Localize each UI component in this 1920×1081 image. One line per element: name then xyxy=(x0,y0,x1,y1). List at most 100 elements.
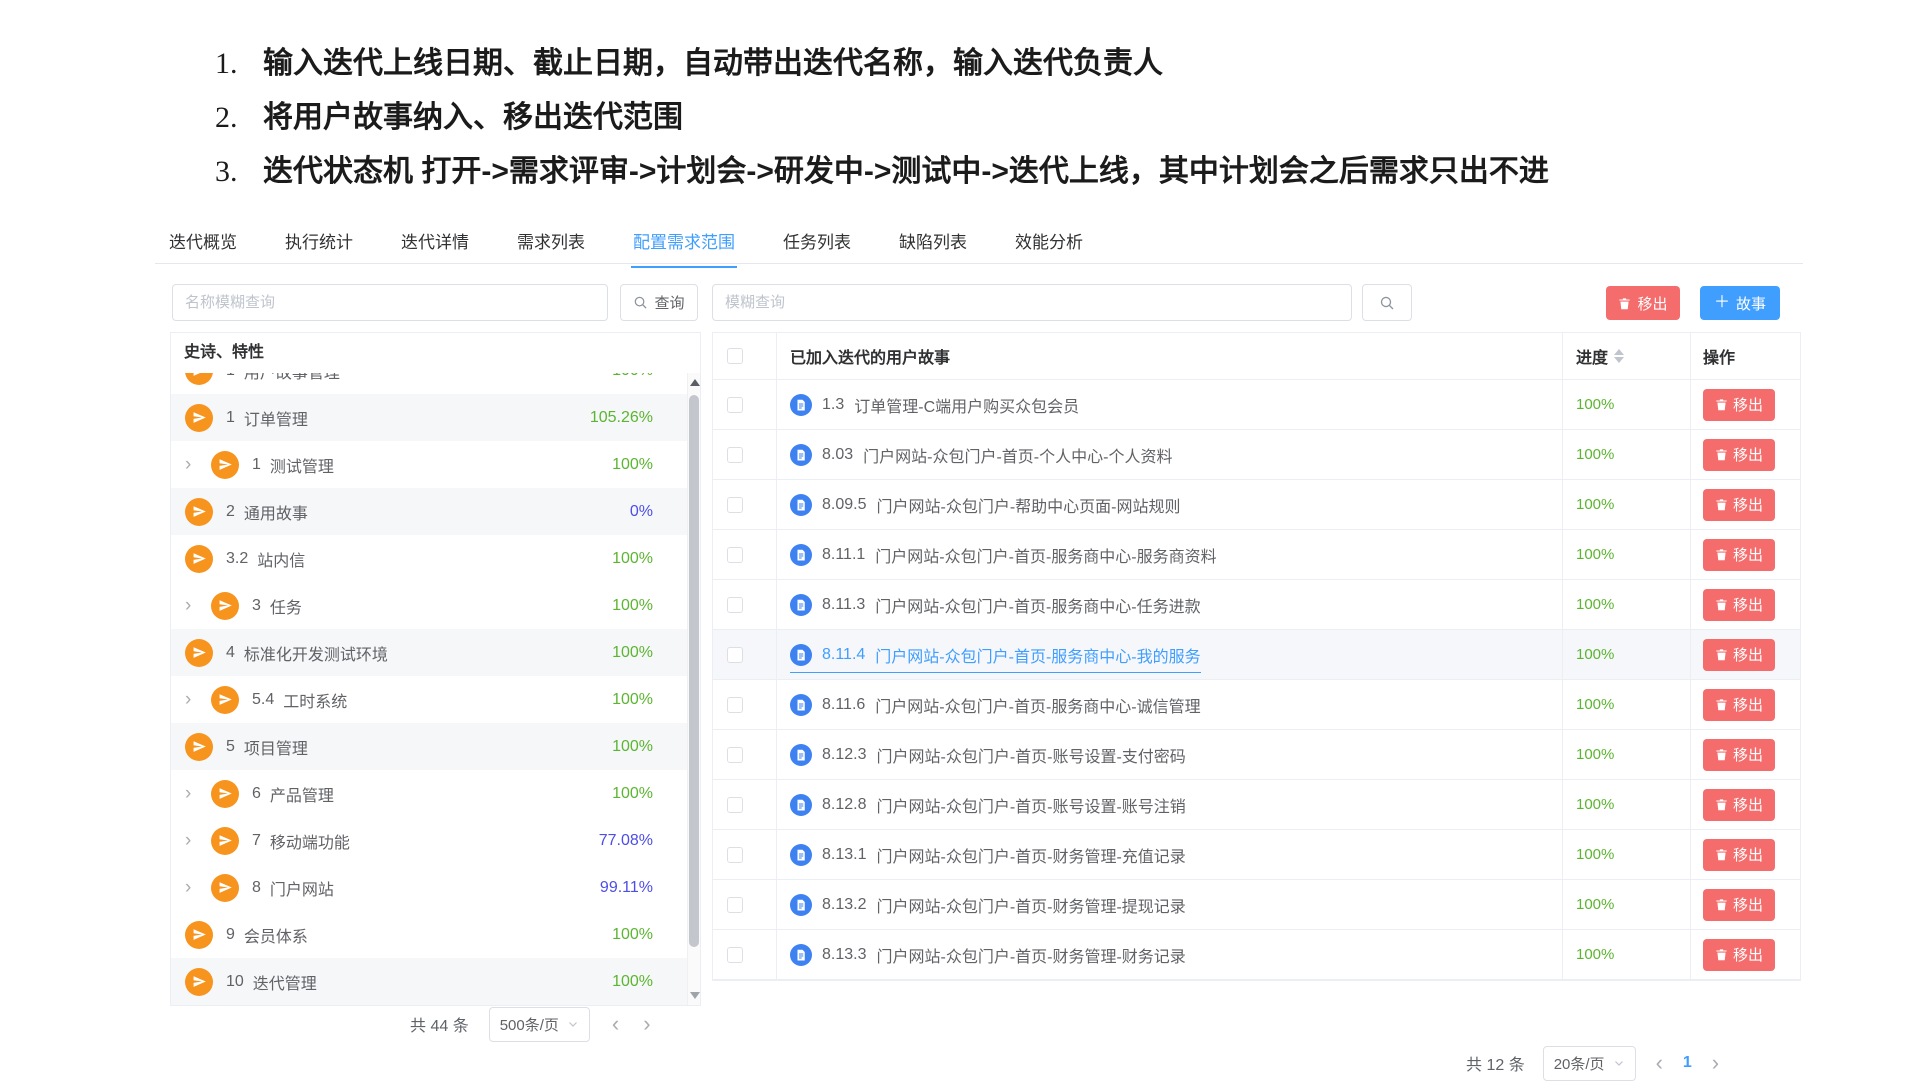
epic-tree-row[interactable]: › 6 产品管理 100% xyxy=(171,770,687,817)
next-page-button[interactable]: › xyxy=(1710,1052,1721,1074)
story-table-row[interactable]: 8.13.3 门户网站-众包门户-首页-财务管理-财务记录 100% 移出 xyxy=(713,930,1800,980)
row-checkbox[interactable] xyxy=(727,947,743,963)
tab-8[interactable]: 效能分析 xyxy=(1013,226,1085,266)
story-link[interactable]: 8.11.3 门户网站-众包门户-首页-服务商中心-任务进款 xyxy=(790,593,1201,617)
epic-tree-row[interactable]: › 4 标准化开发测试环境 100% xyxy=(171,629,687,676)
epic-tree-body: › 1 用户故事管理 100% › 1 订单管理 105.26% › 1 测试管… xyxy=(171,373,687,1005)
tab-7[interactable]: 缺陷列表 xyxy=(897,226,969,266)
epic-search-button[interactable]: 查询 xyxy=(620,284,698,321)
story-link[interactable]: 8.13.1 门户网站-众包门户-首页-财务管理-充值记录 xyxy=(790,843,1186,867)
story-link[interactable]: 8.12.8 门户网站-众包门户-首页-账号设置-账号注销 xyxy=(790,793,1186,817)
remove-row-button[interactable]: 移出 xyxy=(1703,939,1775,971)
tab-3[interactable]: 迭代详情 xyxy=(399,226,471,266)
tab-5[interactable]: 配置需求范围 xyxy=(631,226,737,268)
row-checkbox[interactable] xyxy=(727,547,743,563)
epic-tree-row[interactable]: › 1 订单管理 105.26% xyxy=(171,394,687,441)
epic-tree-row[interactable]: › 1 用户故事管理 100% xyxy=(171,373,687,394)
story-table-row[interactable]: 8.11.6 门户网站-众包门户-首页-服务商中心-诚信管理 100% 移出 xyxy=(713,680,1800,730)
next-page-button[interactable]: › xyxy=(641,1013,652,1035)
remove-row-button[interactable]: 移出 xyxy=(1703,739,1775,771)
story-link[interactable]: 8.11.6 门户网站-众包门户-首页-服务商中心-诚信管理 xyxy=(790,693,1201,717)
epic-tree-row[interactable]: › 8 门户网站 99.11% xyxy=(171,864,687,911)
story-search-button[interactable] xyxy=(1362,284,1412,321)
remove-selected-button[interactable]: 移出 xyxy=(1606,286,1680,320)
story-link[interactable]: 8.03 门户网站-众包门户-首页-个人中心-个人资料 xyxy=(790,443,1172,467)
prev-page-button[interactable]: ‹ xyxy=(610,1013,621,1035)
tab-2[interactable]: 执行统计 xyxy=(283,226,355,266)
row-checkbox[interactable] xyxy=(727,747,743,763)
story-table-row[interactable]: 8.12.3 门户网站-众包门户-首页-账号设置-支付密码 100% 移出 xyxy=(713,730,1800,780)
epic-tree-row[interactable]: › 2 通用故事 0% xyxy=(171,488,687,535)
row-checkbox[interactable] xyxy=(727,597,743,613)
remove-row-button[interactable]: 移出 xyxy=(1703,689,1775,721)
story-link[interactable]: 8.09.5 门户网站-众包门户-帮助中心页面-网站规则 xyxy=(790,493,1180,517)
story-link[interactable]: 8.11.1 门户网站-众包门户-首页-服务商中心-服务商资料 xyxy=(790,543,1217,567)
story-search-input[interactable] xyxy=(712,284,1352,321)
remove-row-button[interactable]: 移出 xyxy=(1703,539,1775,571)
story-link[interactable]: 8.13.2 门户网站-众包门户-首页-财务管理-提现记录 xyxy=(790,893,1186,917)
row-checkbox[interactable] xyxy=(727,497,743,513)
epic-pagination: 共 44 条 500条/页 ‹ › xyxy=(410,1006,653,1042)
row-checkbox[interactable] xyxy=(727,797,743,813)
story-link[interactable]: 8.12.3 门户网站-众包门户-首页-账号设置-支付密码 xyxy=(790,743,1186,767)
prev-page-button[interactable]: ‹ xyxy=(1654,1052,1665,1074)
scroll-down-icon[interactable] xyxy=(690,992,700,999)
row-checkbox[interactable] xyxy=(727,697,743,713)
scrollbar-thumb[interactable] xyxy=(689,395,699,947)
epic-tree-row[interactable]: › 3 任务 100% xyxy=(171,582,687,629)
page-number-1[interactable]: 1 xyxy=(1683,1054,1692,1072)
row-checkbox[interactable] xyxy=(727,447,743,463)
chevron-right-icon[interactable]: › xyxy=(185,831,211,850)
story-table-row[interactable]: 8.11.3 门户网站-众包门户-首页-服务商中心-任务进款 100% 移出 xyxy=(713,580,1800,630)
epic-search-input[interactable] xyxy=(172,284,608,321)
remove-row-button[interactable]: 移出 xyxy=(1703,889,1775,921)
row-checkbox[interactable] xyxy=(727,897,743,913)
story-table-row[interactable]: 8.03 门户网站-众包门户-首页-个人中心-个人资料 100% 移出 xyxy=(713,430,1800,480)
chevron-right-icon[interactable]: › xyxy=(185,596,211,615)
chevron-right-icon[interactable]: › xyxy=(185,455,211,474)
epic-list-scrollbar[interactable] xyxy=(687,373,700,1005)
sort-icons[interactable] xyxy=(1614,349,1624,363)
paper-plane-icon xyxy=(185,733,213,761)
story-table-row[interactable]: 8.11.4 门户网站-众包门户-首页-服务商中心-我的服务 100% 移出 xyxy=(713,630,1800,680)
story-table-row[interactable]: 8.09.5 门户网站-众包门户-帮助中心页面-网站规则 100% 移出 xyxy=(713,480,1800,530)
tab-6[interactable]: 任务列表 xyxy=(781,226,853,266)
story-link[interactable]: 8.11.4 门户网站-众包门户-首页-服务商中心-我的服务 xyxy=(790,643,1201,673)
story-table-row[interactable]: 8.12.8 门户网站-众包门户-首页-账号设置-账号注销 100% 移出 xyxy=(713,780,1800,830)
epic-tree-row[interactable]: › 3.2 站内信 100% xyxy=(171,535,687,582)
remove-row-button[interactable]: 移出 xyxy=(1703,589,1775,621)
story-link[interactable]: 1.3 订单管理-C端用户购买众包会员 xyxy=(790,393,1079,417)
remove-row-button[interactable]: 移出 xyxy=(1703,439,1775,471)
chevron-right-icon[interactable]: › xyxy=(185,878,211,897)
trash-icon xyxy=(1715,448,1728,461)
story-table-row[interactable]: 1.3 订单管理-C端用户购买众包会员 100% 移出 xyxy=(713,380,1800,430)
epic-tree-row[interactable]: › 10 迭代管理 100% xyxy=(171,958,687,1005)
chevron-right-icon[interactable]: › xyxy=(185,784,211,803)
epic-tree-row[interactable]: › 9 会员体系 100% xyxy=(171,911,687,958)
scroll-up-icon[interactable] xyxy=(690,379,700,386)
select-all-checkbox[interactable] xyxy=(727,348,743,364)
story-table-row[interactable]: 8.13.2 门户网站-众包门户-首页-财务管理-提现记录 100% 移出 xyxy=(713,880,1800,930)
remove-row-button[interactable]: 移出 xyxy=(1703,839,1775,871)
row-checkbox[interactable] xyxy=(727,647,743,663)
remove-row-button[interactable]: 移出 xyxy=(1703,639,1775,671)
remove-row-button[interactable]: 移出 xyxy=(1703,789,1775,821)
chevron-right-icon[interactable]: › xyxy=(185,690,211,709)
epic-tree-row[interactable]: › 1 测试管理 100% xyxy=(171,441,687,488)
story-table-row[interactable]: 8.11.1 门户网站-众包门户-首页-服务商中心-服务商资料 100% 移出 xyxy=(713,530,1800,580)
row-checkbox[interactable] xyxy=(727,847,743,863)
story-link[interactable]: 8.13.3 门户网站-众包门户-首页-财务管理-财务记录 xyxy=(790,943,1186,967)
epic-tree-row[interactable]: › 5 项目管理 100% xyxy=(171,723,687,770)
row-checkbox[interactable] xyxy=(727,397,743,413)
story-table-row[interactable]: 8.13.1 门户网站-众包门户-首页-财务管理-充值记录 100% 移出 xyxy=(713,830,1800,880)
tab-1[interactable]: 迭代概览 xyxy=(167,226,239,266)
remove-row-button[interactable]: 移出 xyxy=(1703,489,1775,521)
document-icon xyxy=(790,494,812,516)
add-story-button[interactable]: ＋ 故事 xyxy=(1700,286,1780,320)
remove-row-button[interactable]: 移出 xyxy=(1703,389,1775,421)
tab-4[interactable]: 需求列表 xyxy=(515,226,587,266)
epic-tree-row[interactable]: › 5.4 工时系统 100% xyxy=(171,676,687,723)
epic-tree-row[interactable]: › 7 移动端功能 77.08% xyxy=(171,817,687,864)
story-page-size-select[interactable]: 20条/页 xyxy=(1543,1046,1636,1081)
epic-page-size-select[interactable]: 500条/页 xyxy=(489,1007,590,1042)
